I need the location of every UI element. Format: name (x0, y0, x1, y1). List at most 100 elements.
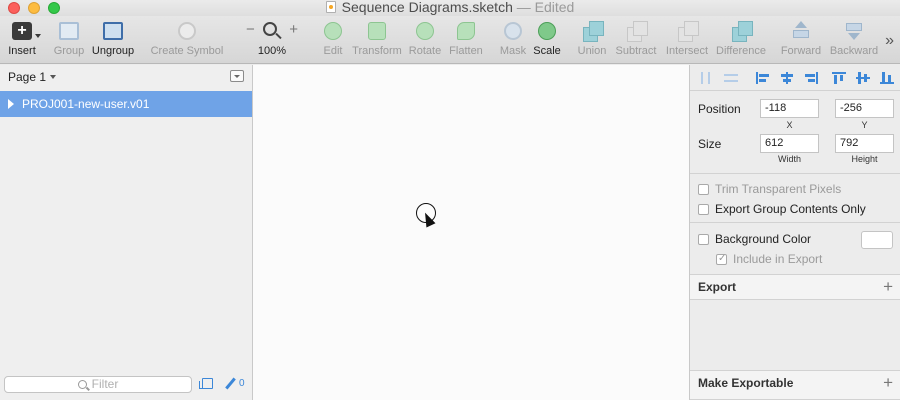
mask-label: Mask (499, 45, 527, 57)
height-label: Height (851, 154, 878, 164)
edit-button[interactable]: Edit (318, 20, 348, 57)
group-icon (59, 22, 79, 40)
export-section-header: Export + (690, 274, 900, 300)
scale-label: Scale (533, 45, 561, 57)
create-symbol-button[interactable]: Create Symbol (150, 20, 224, 57)
title-status: Edited (534, 0, 575, 15)
transform-label: Transform (352, 45, 402, 57)
insert-button[interactable]: + Insert (6, 20, 41, 57)
difference-button[interactable]: Difference (714, 20, 768, 57)
x-label: X (786, 120, 793, 130)
subtract-icon (625, 21, 648, 42)
page-label: Page 1 (8, 70, 47, 84)
insert-icon: + (12, 22, 41, 40)
include-in-export-checkbox[interactable]: Include in Export (716, 252, 822, 266)
collapse-pages-icon[interactable] (230, 70, 244, 82)
zoom-in-button[interactable]: + (289, 21, 298, 38)
rotate-icon (416, 22, 434, 40)
flatten-label: Flatten (449, 45, 483, 57)
group-button[interactable]: Group (52, 20, 86, 57)
forward-button[interactable]: Forward (780, 20, 822, 57)
chevron-down-icon (50, 75, 57, 79)
width-label: Width (777, 154, 801, 164)
document-icon (325, 1, 336, 13)
width-field[interactable]: 612 (760, 134, 819, 153)
difference-label: Difference (716, 45, 766, 57)
ungroup-icon (103, 22, 123, 40)
ungroup-label: Ungroup (91, 45, 135, 57)
align-right-icon[interactable] (804, 72, 818, 84)
align-top-icon[interactable] (832, 72, 846, 84)
align-center-icon[interactable] (780, 72, 794, 84)
distribute-horizontal-icon[interactable] (700, 72, 714, 84)
toolbar-overflow-icon[interactable]: » (885, 32, 894, 50)
intersect-icon (676, 21, 699, 42)
position-y-field[interactable]: -256 (835, 99, 894, 118)
checkbox-icon (698, 204, 709, 215)
divider (690, 222, 900, 223)
subtract-label: Subtract (615, 45, 657, 57)
transform-button[interactable]: Transform (352, 20, 402, 57)
height-field[interactable]: 792 (835, 134, 894, 153)
page-selector[interactable]: Page 1 (0, 65, 252, 89)
make-exportable-add-button[interactable]: + (883, 371, 893, 395)
window-title-text: Sequence Diagrams.sketch (341, 0, 513, 15)
align-left-icon[interactable] (756, 72, 770, 84)
distribute-vertical-icon[interactable] (724, 72, 738, 84)
slice-count: 0 (239, 378, 245, 389)
zoom-level: 100% (257, 45, 287, 57)
flatten-icon (457, 22, 475, 40)
layer-name: PROJ001-new-user.v01 (22, 97, 150, 111)
scale-button[interactable]: Scale (532, 20, 562, 57)
inspector-panel: Position -118 -256 X Y Size 612 792 Widt… (689, 65, 900, 400)
zoom-control: − + 100% (244, 20, 300, 57)
toolbar: + Insert Group Ungroup Create Symbol − +… (0, 16, 900, 64)
forward-label: Forward (780, 45, 822, 57)
make-exportable-title: Make Exportable (698, 376, 794, 390)
edit-icon (324, 22, 342, 40)
magnifier-icon (263, 22, 277, 36)
export-group-contents-checkbox[interactable]: Export Group Contents Only (698, 202, 866, 216)
checkbox-icon (698, 234, 709, 245)
trim-transparent-checkbox[interactable]: Trim Transparent Pixels (698, 182, 841, 196)
ungroup-button[interactable]: Ungroup (91, 20, 135, 57)
divider (690, 173, 900, 174)
slice-icon[interactable] (225, 378, 237, 390)
background-color-label: Background Color (715, 232, 812, 246)
include-in-export-label: Include in Export (733, 252, 823, 266)
search-icon (77, 380, 87, 389)
checkbox-checked-icon (716, 252, 727, 266)
background-color-checkbox[interactable]: Background Color (698, 232, 811, 246)
y-label: Y (861, 120, 868, 130)
difference-icon (730, 21, 753, 42)
canvas[interactable] (253, 65, 689, 400)
backward-icon (844, 21, 864, 41)
add-export-button[interactable]: + (883, 275, 893, 299)
symbols-filter-icon[interactable] (199, 378, 213, 389)
edit-label: Edit (323, 45, 343, 57)
checkbox-icon (698, 184, 709, 195)
union-label: Union (577, 45, 607, 57)
flatten-button[interactable]: Flatten (448, 20, 484, 57)
intersect-label: Intersect (665, 45, 709, 57)
mask-button[interactable]: Mask (498, 20, 528, 57)
rotate-label: Rotate (408, 45, 442, 57)
make-exportable-header[interactable]: Make Exportable + (690, 370, 900, 400)
group-label: Group (53, 45, 85, 57)
mask-icon (504, 22, 522, 40)
rotate-button[interactable]: Rotate (406, 20, 444, 57)
filter-input[interactable]: Filter (4, 376, 192, 393)
backward-label: Backward (829, 45, 879, 57)
align-bottom-icon[interactable] (880, 72, 894, 84)
disclosure-triangle-icon[interactable] (8, 99, 14, 109)
position-x-field[interactable]: -118 (760, 99, 819, 118)
backward-button[interactable]: Backward (828, 20, 880, 57)
union-button[interactable]: Union (576, 20, 608, 57)
subtract-button[interactable]: Subtract (613, 20, 659, 57)
layer-row[interactable]: PROJ001-new-user.v01 (0, 91, 252, 117)
align-middle-icon[interactable] (856, 72, 870, 84)
zoom-out-button[interactable]: − (246, 21, 255, 38)
intersect-button[interactable]: Intersect (664, 20, 710, 57)
background-color-swatch[interactable] (861, 231, 893, 249)
transform-icon (368, 22, 386, 40)
